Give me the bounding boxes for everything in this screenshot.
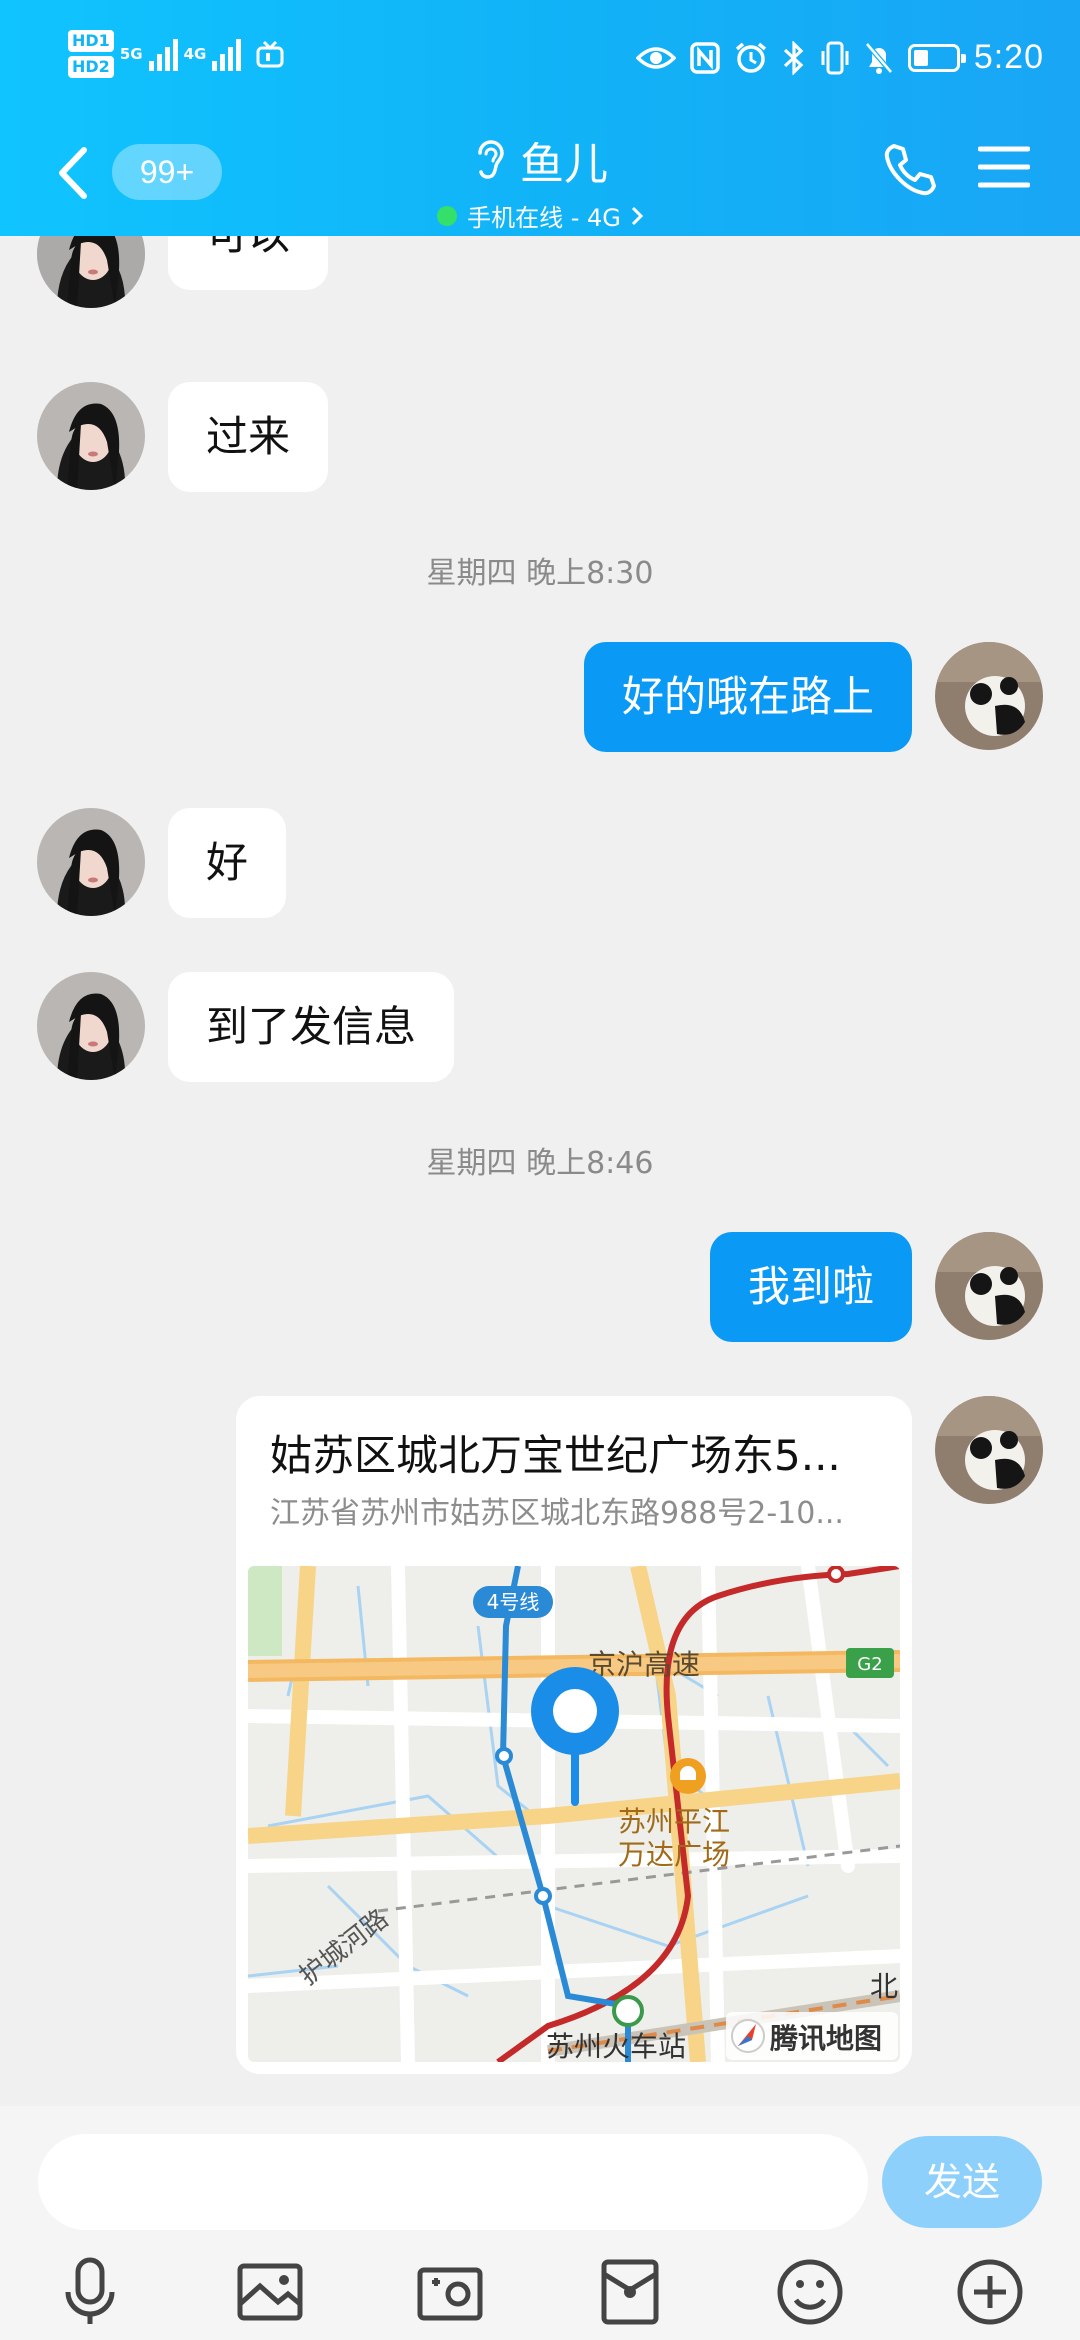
red-packet-icon[interactable] <box>594 2256 666 2328</box>
status-bar: HD1 HD2 5G 4G 5:20 <box>0 0 1080 120</box>
clock: 5:20 <box>973 38 1044 76</box>
highway-code: G2 <box>857 1654 882 1675</box>
online-status-text: 手机在线 - 4G <box>467 204 621 232</box>
contact-avatar[interactable] <box>37 808 145 916</box>
alarm-icon <box>735 42 766 73</box>
station-label: 苏州火车站 <box>546 2030 686 2062</box>
bell-mute-icon <box>864 41 893 74</box>
contact-avatar[interactable] <box>37 972 145 1080</box>
tv-icon <box>256 40 284 68</box>
bluetooth-icon <box>783 40 804 75</box>
chat-header: HD1 HD2 5G 4G 5:20 99+ 鱼儿 手机在线 - 4G <box>0 0 1080 236</box>
my-avatar[interactable] <box>935 642 1043 750</box>
plus-more-icon[interactable] <box>954 2256 1026 2328</box>
message-input[interactable] <box>38 2134 868 2230</box>
incoming-message[interactable]: 到了发信息 <box>168 972 455 1082</box>
my-avatar[interactable] <box>935 1232 1043 1340</box>
phone-call-icon[interactable] <box>880 140 940 200</box>
my-avatar[interactable] <box>935 1396 1043 1504</box>
metro-line-label: 4号线 <box>487 1590 540 1614</box>
outgoing-message[interactable]: 我到啦 <box>709 1232 912 1342</box>
vibrate-icon <box>821 41 849 74</box>
microphone-icon[interactable] <box>54 2256 126 2328</box>
system-indicators: 5:20 <box>635 38 1044 77</box>
network-indicators: HD1 HD2 5G 4G <box>68 30 285 78</box>
input-bar: 发送 <box>0 2106 1080 2340</box>
menu-icon[interactable] <box>978 144 1030 190</box>
chevron-right-icon <box>631 206 643 225</box>
battery-icon <box>907 43 966 72</box>
toolbar <box>0 2256 1080 2336</box>
photo-album-icon[interactable] <box>234 2256 306 2328</box>
incoming-message[interactable]: 好 <box>168 808 287 918</box>
online-status-dot <box>437 205 458 226</box>
emoji-icon[interactable] <box>774 2256 846 2328</box>
incoming-message[interactable]: 过来 <box>168 382 329 492</box>
map-brand-label: 腾讯地图 <box>770 2022 882 2055</box>
timestamp: 星期四 晚上8:46 <box>426 1146 654 1181</box>
highway-label: 京沪高速 <box>588 1648 700 1681</box>
eye-icon <box>635 46 676 69</box>
signal-icon-2 <box>212 37 242 71</box>
nav-bar: 99+ 鱼儿 手机在线 - 4G <box>0 120 1080 236</box>
ear-icon <box>478 140 504 179</box>
plaza-label-line1: 苏州平江 <box>618 1805 730 1838</box>
hd1-badge: HD1 <box>68 30 114 52</box>
timestamp: 星期四 晚上8:30 <box>426 556 654 591</box>
location-title: 姑苏区城北万宝世纪广场东5... <box>270 1431 841 1480</box>
network-5g-label: 5G <box>119 45 143 63</box>
send-button[interactable]: 发送 <box>882 2136 1042 2228</box>
location-address: 江苏省苏州市姑苏区城北东路988号2-10... <box>270 1496 844 1531</box>
outgoing-message[interactable]: 好的哦在路上 <box>583 642 912 752</box>
network-4g-label: 4G <box>183 45 207 63</box>
hd2-badge: HD2 <box>68 56 114 78</box>
contact-name: 鱼儿 <box>520 139 608 190</box>
nfc-icon <box>690 41 720 74</box>
camera-icon[interactable] <box>414 2256 486 2328</box>
contact-avatar[interactable] <box>37 236 145 308</box>
north-label: 北 <box>870 1970 898 2003</box>
incoming-message[interactable]: 可以 <box>168 236 329 290</box>
plaza-label-line2: 万达广场 <box>618 1838 730 1871</box>
contact-avatar[interactable] <box>37 382 145 490</box>
location-card[interactable]: 姑苏区城北万宝世纪广场东5... 江苏省苏州市姑苏区城北东路988号2-10..… <box>236 1396 912 2074</box>
signal-icon <box>148 37 178 71</box>
message-list[interactable]: 可以 过来 星期四 晚上8:30 好的哦在路上 好 到了发信息 星期四 晚上8:… <box>0 236 1080 2106</box>
location-map[interactable]: 4号线 京沪高速 G2 苏州平江 万达广场 护城河路 苏州火车站 北 腾讯地图 <box>248 1566 900 2062</box>
